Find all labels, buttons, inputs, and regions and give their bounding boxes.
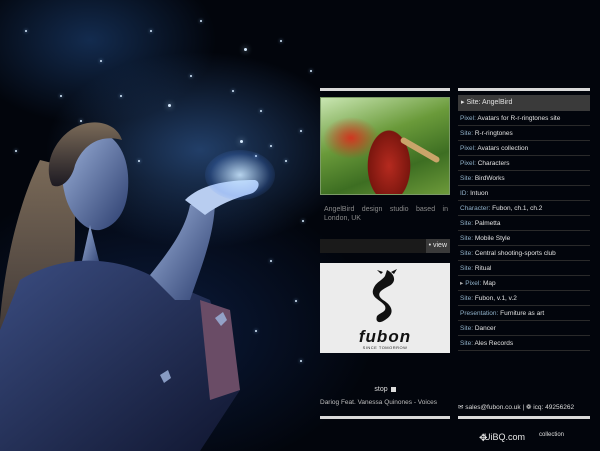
top-rule-right — [458, 88, 590, 91]
woman-illustration — [0, 122, 259, 451]
list-item-label: Fubon, v.1, v.2 — [474, 295, 517, 302]
list-item-label: Central shooting-sports club — [474, 250, 556, 257]
list-item-type: Pixel: — [460, 145, 476, 152]
dragon-icon — [372, 269, 397, 323]
list-item[interactable]: Site: Palmetta — [458, 216, 590, 231]
list-item[interactable]: Site: Fubon, v.1, v.2 — [458, 291, 590, 306]
list-item-type: Pixel: — [460, 160, 476, 167]
list-item-label: Characters — [477, 160, 510, 167]
bottom-rule-left — [320, 416, 450, 419]
list-item[interactable]: Presentation: Furniture as art — [458, 306, 590, 321]
fubon-logo-box[interactable]: fubon SINCE TOMORROW — [320, 263, 450, 353]
list-item[interactable]: Site: Central shooting-sports club — [458, 246, 590, 261]
list-item[interactable]: Site: Dancer — [458, 321, 590, 336]
list-item-type: Presentation: — [460, 310, 499, 317]
list-item-label: R-r-ringtones — [474, 130, 513, 137]
hand-glow — [205, 150, 275, 200]
list-item[interactable]: Pixel: Avatars collection — [458, 141, 590, 156]
list-item[interactable]: Site: Ritual — [458, 261, 590, 276]
list-item-label: Mobile Style — [474, 235, 511, 242]
list-item-label: Palmetta — [474, 220, 501, 227]
stop-control[interactable]: stop — [320, 386, 450, 393]
portfolio-list: ▸ Site: AngelBird Pixel: Avatars for R-r… — [458, 88, 590, 351]
list-item[interactable]: ▸ Pixel: Map — [458, 276, 590, 291]
list-item[interactable]: Site: BirdWorks — [458, 171, 590, 186]
list-item[interactable]: ID: Intuon — [458, 186, 590, 201]
list-item-type: Pixel: — [460, 115, 476, 122]
preview-caption: AngelBird design studio based in London,… — [324, 206, 448, 222]
icq-number: icq: 49256262 — [533, 404, 575, 411]
list-item[interactable]: Site: R-r-ringtones — [458, 126, 590, 141]
list-item-label: Fubon, ch.1, ch.2 — [492, 205, 543, 212]
list-item-type: ID: — [460, 190, 469, 197]
list-item-label: Avatars for R-r-ringtones site — [477, 115, 561, 122]
track-title: Dariog Feat. Vanessa Quinones - Voices — [320, 399, 437, 406]
list-item-type: Site: — [460, 295, 474, 302]
list-item-label: Dancer — [474, 325, 496, 332]
bottom-rule-right — [458, 416, 590, 419]
fubon-tagline: SINCE TOMORROW — [362, 345, 408, 350]
list-item[interactable]: Pixel: Avatars for R-r-ringtones site — [458, 111, 590, 126]
list-item-label: Ales Records — [474, 340, 514, 347]
preview-column: AngelBird design studio based in London,… — [320, 88, 450, 353]
fubon-wordmark: fubon — [358, 327, 412, 346]
arrow-icon: ▸ — [460, 280, 464, 287]
list-item-label: BirdWorks — [474, 175, 505, 182]
list-item-label: Furniture as art — [500, 310, 545, 317]
watermark: UiBQ.com — [484, 432, 526, 442]
view-bar: • view — [320, 239, 450, 253]
list-item-type: Site: — [460, 130, 474, 137]
list-item-type: Site: — [460, 325, 474, 332]
angelbird-preview-image[interactable] — [320, 97, 450, 195]
contact-bar: ✉ sales@fubon.co.uk | ❁ icq: 49256262 — [458, 403, 590, 411]
top-rule — [320, 88, 450, 91]
stop-icon — [390, 386, 396, 392]
email-link[interactable]: sales@fubon.co.uk — [465, 404, 520, 411]
list-item-type: Pixel: — [465, 280, 482, 287]
list-item[interactable]: Pixel: Characters — [458, 156, 590, 171]
list-item[interactable]: Character: Fubon, ch.1, ch.2 — [458, 201, 590, 216]
list-item-type: Character: — [460, 205, 491, 212]
list-item-label: Intuon — [470, 190, 489, 197]
list-item-type: Site: — [460, 220, 474, 227]
list-item-type: Site: — [460, 340, 474, 347]
bird-beak-shape — [399, 136, 441, 164]
list-item-type: Site: — [460, 250, 474, 257]
watermark-top: collection — [539, 432, 565, 438]
list-item-active[interactable]: ▸ Site: AngelBird — [458, 95, 590, 111]
music-player: stop Dariog Feat. Vanessa Quinones - Voi… — [320, 386, 450, 406]
list-item-label: Map — [482, 280, 496, 287]
list-item-type: Site: — [460, 265, 474, 272]
list-item[interactable]: Site: Ales Records — [458, 336, 590, 351]
list-item-label: Avatars collection — [477, 145, 529, 152]
list-item-label: Ritual — [474, 265, 492, 272]
view-button[interactable]: • view — [425, 239, 450, 253]
list-item[interactable]: Site: Mobile Style — [458, 231, 590, 246]
list-item-type: Site: — [460, 175, 474, 182]
list-item-type: Site: — [460, 235, 474, 242]
